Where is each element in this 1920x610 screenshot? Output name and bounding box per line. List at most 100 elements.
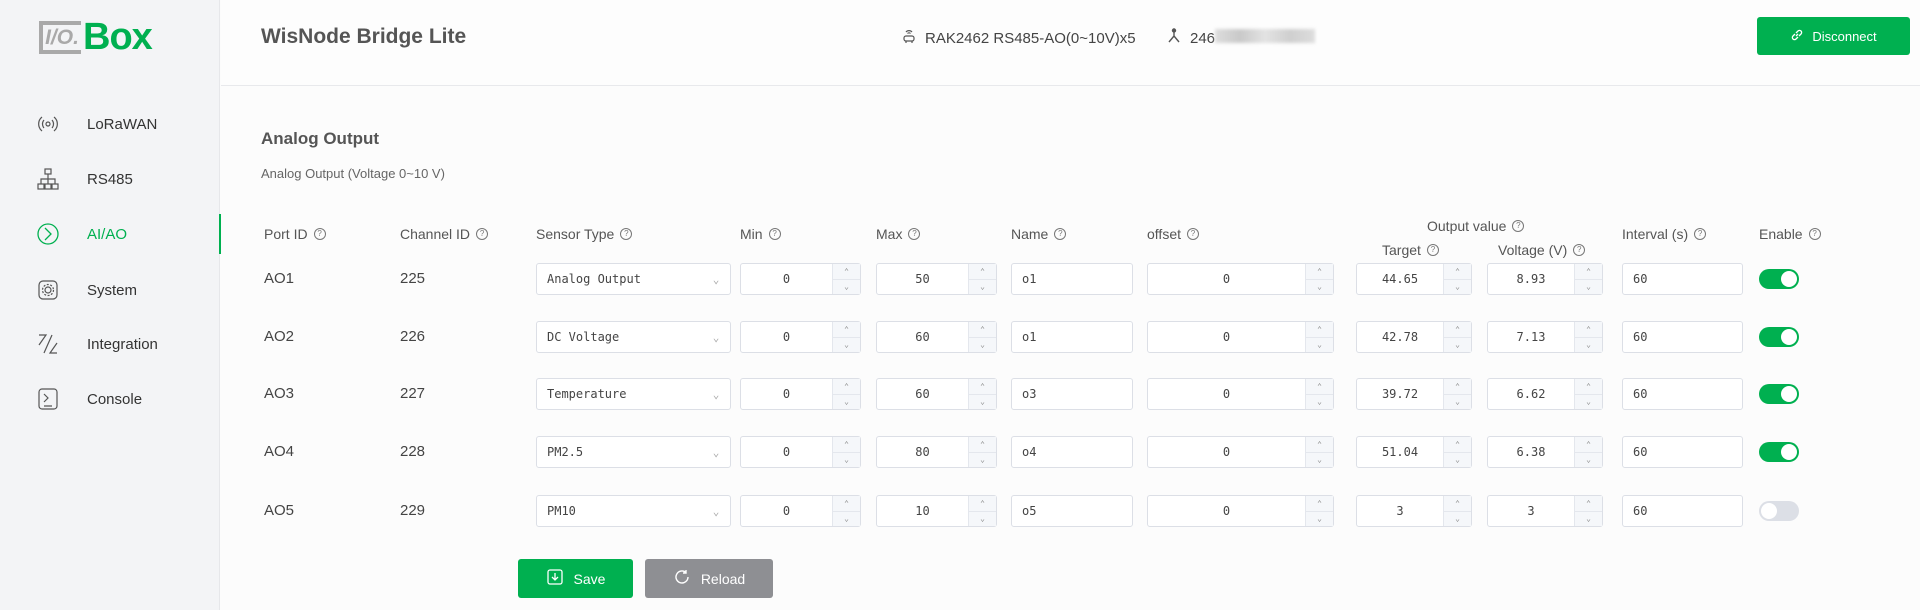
min-input[interactable]: 0 ⌃ ⌄ xyxy=(740,263,861,295)
target-stepper[interactable]: ⌃ ⌄ xyxy=(1443,322,1471,352)
chevron-up-icon[interactable]: ⌃ xyxy=(833,496,860,511)
chevron-up-icon[interactable]: ⌃ xyxy=(1575,379,1602,394)
max-stepper[interactable]: ⌃ ⌄ xyxy=(968,496,996,526)
voltage-input[interactable]: 3 ⌃ ⌄ xyxy=(1487,495,1603,527)
sidebar-item-aiao[interactable]: AI/AO xyxy=(0,214,221,254)
sensor-type-select[interactable]: Analog Output ⌄ xyxy=(536,263,731,295)
enable-toggle[interactable] xyxy=(1759,327,1799,347)
max-input[interactable]: 60 ⌃ ⌄ xyxy=(876,321,997,353)
chevron-down-icon[interactable]: ⌄ xyxy=(969,278,996,295)
chevron-up-icon[interactable]: ⌃ xyxy=(1444,496,1471,511)
target-stepper[interactable]: ⌃ ⌄ xyxy=(1443,437,1471,467)
chevron-up-icon[interactable]: ⌃ xyxy=(1575,437,1602,452)
voltage-stepper[interactable]: ⌃ ⌄ xyxy=(1574,437,1602,467)
min-input[interactable]: 0 ⌃ ⌄ xyxy=(740,436,861,468)
chevron-up-icon[interactable]: ⌃ xyxy=(1575,322,1602,337)
chevron-up-icon[interactable]: ⌃ xyxy=(1575,496,1602,511)
min-stepper[interactable]: ⌃ ⌄ xyxy=(832,496,860,526)
chevron-down-icon[interactable]: ⌄ xyxy=(833,278,860,295)
voltage-stepper[interactable]: ⌃ ⌄ xyxy=(1574,322,1602,352)
offset-stepper[interactable]: ⌃ ⌄ xyxy=(1305,379,1333,409)
min-input[interactable]: 0 ⌃ ⌄ xyxy=(740,378,861,410)
help-icon[interactable]: ? xyxy=(1426,244,1439,256)
help-icon[interactable]: ? xyxy=(313,228,326,240)
min-stepper[interactable]: ⌃ ⌄ xyxy=(832,379,860,409)
interval-input[interactable]: 60 xyxy=(1622,263,1743,295)
chevron-down-icon[interactable]: ⌄ xyxy=(1575,393,1602,410)
sidebar-item-rs485[interactable]: RS485 xyxy=(0,159,220,199)
enable-toggle[interactable] xyxy=(1759,442,1799,462)
chevron-down-icon[interactable]: ⌄ xyxy=(1575,336,1602,353)
min-stepper[interactable]: ⌃ ⌄ xyxy=(832,264,860,294)
min-stepper[interactable]: ⌃ ⌄ xyxy=(832,437,860,467)
offset-input[interactable]: 0 ⌃ ⌄ xyxy=(1147,378,1334,410)
help-icon[interactable]: ? xyxy=(620,228,633,240)
chevron-up-icon[interactable]: ⌃ xyxy=(1575,264,1602,279)
min-input[interactable]: 0 ⌃ ⌄ xyxy=(740,321,861,353)
offset-input[interactable]: 0 ⌃ ⌄ xyxy=(1147,495,1334,527)
chevron-up-icon[interactable]: ⌃ xyxy=(1306,379,1333,394)
offset-stepper[interactable]: ⌃ ⌄ xyxy=(1305,437,1333,467)
help-icon[interactable]: ? xyxy=(908,228,921,240)
sensor-type-select[interactable]: Temperature ⌄ xyxy=(536,378,731,410)
max-input[interactable]: 50 ⌃ ⌄ xyxy=(876,263,997,295)
target-input[interactable]: 44.65 ⌃ ⌄ xyxy=(1356,263,1472,295)
save-button[interactable]: Save xyxy=(518,559,633,598)
chevron-down-icon[interactable]: ⌄ xyxy=(1306,393,1333,410)
target-stepper[interactable]: ⌃ ⌄ xyxy=(1443,264,1471,294)
help-icon[interactable]: ? xyxy=(1808,228,1821,240)
chevron-down-icon[interactable]: ⌄ xyxy=(969,451,996,468)
target-input[interactable]: 51.04 ⌃ ⌄ xyxy=(1356,436,1472,468)
enable-toggle[interactable] xyxy=(1759,501,1799,521)
target-input[interactable]: 39.72 ⌃ ⌄ xyxy=(1356,378,1472,410)
chevron-down-icon[interactable]: ⌄ xyxy=(1306,451,1333,468)
help-icon[interactable]: ? xyxy=(768,228,781,240)
voltage-input[interactable]: 8.93 ⌃ ⌄ xyxy=(1487,263,1603,295)
chevron-up-icon[interactable]: ⌃ xyxy=(969,379,996,394)
help-icon[interactable]: ? xyxy=(1054,228,1067,240)
chevron-down-icon[interactable]: ⌄ xyxy=(1444,336,1471,353)
target-stepper[interactable]: ⌃ ⌄ xyxy=(1443,379,1471,409)
name-input[interactable]: o3 xyxy=(1011,378,1133,410)
max-stepper[interactable]: ⌃ ⌄ xyxy=(968,437,996,467)
help-icon[interactable]: ? xyxy=(1573,244,1586,256)
interval-input[interactable]: 60 xyxy=(1622,495,1743,527)
chevron-up-icon[interactable]: ⌃ xyxy=(1306,322,1333,337)
chevron-down-icon[interactable]: ⌄ xyxy=(833,393,860,410)
target-stepper[interactable]: ⌃ ⌄ xyxy=(1443,496,1471,526)
sensor-type-select[interactable]: PM2.5 ⌄ xyxy=(536,436,731,468)
help-icon[interactable]: ? xyxy=(1187,228,1199,240)
interval-input[interactable]: 60 xyxy=(1622,321,1743,353)
chevron-down-icon[interactable]: ⌄ xyxy=(969,393,996,410)
chevron-down-icon[interactable]: ⌄ xyxy=(1575,510,1602,527)
chevron-down-icon[interactable]: ⌄ xyxy=(1575,278,1602,295)
enable-toggle[interactable] xyxy=(1759,384,1799,404)
max-input[interactable]: 60 ⌃ ⌄ xyxy=(876,378,997,410)
chevron-up-icon[interactable]: ⌃ xyxy=(1444,379,1471,394)
voltage-stepper[interactable]: ⌃ ⌄ xyxy=(1574,264,1602,294)
target-input[interactable]: 3 ⌃ ⌄ xyxy=(1356,495,1472,527)
help-icon[interactable]: ? xyxy=(1694,228,1707,240)
voltage-input[interactable]: 6.38 ⌃ ⌄ xyxy=(1487,436,1603,468)
reload-button[interactable]: Reload xyxy=(645,559,773,598)
target-input[interactable]: 42.78 ⌃ ⌄ xyxy=(1356,321,1472,353)
chevron-up-icon[interactable]: ⌃ xyxy=(1306,496,1333,511)
sidebar-item-console[interactable]: Console xyxy=(0,379,220,419)
chevron-up-icon[interactable]: ⌃ xyxy=(969,264,996,279)
chevron-up-icon[interactable]: ⌃ xyxy=(969,322,996,337)
help-icon[interactable]: ? xyxy=(476,228,489,240)
min-input[interactable]: 0 ⌃ ⌄ xyxy=(740,495,861,527)
voltage-input[interactable]: 7.13 ⌃ ⌄ xyxy=(1487,321,1603,353)
offset-stepper[interactable]: ⌃ ⌄ xyxy=(1305,496,1333,526)
offset-input[interactable]: 0 ⌃ ⌄ xyxy=(1147,436,1334,468)
sidebar-item-lorawan[interactable]: LoRaWAN xyxy=(0,104,220,144)
offset-input[interactable]: 0 ⌃ ⌄ xyxy=(1147,263,1334,295)
sensor-type-select[interactable]: PM10 ⌄ xyxy=(536,495,731,527)
max-stepper[interactable]: ⌃ ⌄ xyxy=(968,264,996,294)
max-input[interactable]: 10 ⌃ ⌄ xyxy=(876,495,997,527)
name-input[interactable]: o1 xyxy=(1011,263,1133,295)
sidebar-item-integration[interactable]: Integration xyxy=(0,324,220,364)
chevron-down-icon[interactable]: ⌄ xyxy=(833,336,860,353)
voltage-stepper[interactable]: ⌃ ⌄ xyxy=(1574,496,1602,526)
chevron-up-icon[interactable]: ⌃ xyxy=(833,322,860,337)
